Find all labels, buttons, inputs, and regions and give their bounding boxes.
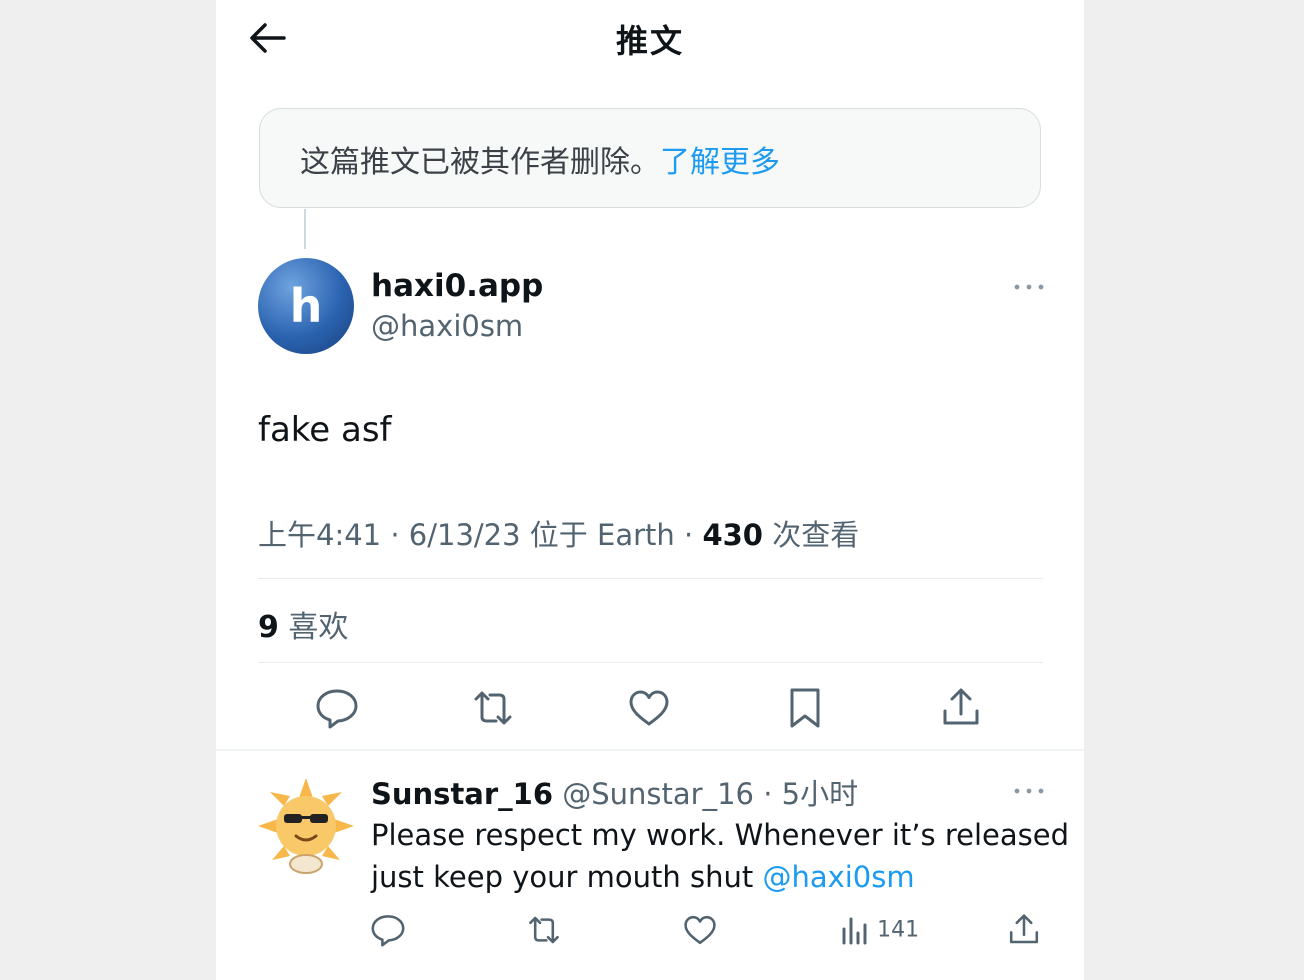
avatar[interactable]: h bbox=[258, 258, 354, 354]
reply-share-button[interactable] bbox=[1004, 910, 1044, 950]
like-icon bbox=[629, 690, 669, 726]
tweet-meta: 上午4:41 · 6/13/23 位于 Earth · 430 次查看 bbox=[258, 512, 859, 554]
reply-button[interactable] bbox=[312, 683, 362, 733]
reply-display-name[interactable]: Sunstar_16 bbox=[371, 777, 553, 811]
reply-views-button[interactable]: 141 bbox=[838, 913, 919, 949]
tweet-timestamp[interactable]: 上午4:41 · 6/13/23 位于 Earth · bbox=[258, 518, 702, 552]
share-icon bbox=[1009, 914, 1039, 944]
like-button[interactable] bbox=[624, 683, 674, 733]
share-button[interactable] bbox=[936, 683, 986, 733]
reply-reply-button[interactable] bbox=[368, 910, 408, 950]
retweet-icon bbox=[474, 691, 512, 725]
mention-link[interactable]: @haxi0sm bbox=[762, 860, 914, 894]
bookmark-button[interactable] bbox=[780, 683, 830, 733]
page-title: 推文 bbox=[615, 22, 684, 60]
reply-handle-time[interactable]: @Sunstar_16 · 5小时 bbox=[553, 777, 858, 811]
reply-more-options-button[interactable] bbox=[1011, 781, 1047, 801]
likes-label: 喜欢 bbox=[278, 610, 349, 645]
retweet-button[interactable] bbox=[468, 683, 518, 733]
deleted-tweet-notice: 这篇推文已被其作者删除。了解更多 bbox=[259, 108, 1041, 208]
reply-avatar[interactable] bbox=[256, 776, 356, 876]
reply-body: Please respect my work. Whenever it’s re… bbox=[371, 818, 1069, 894]
thread-connector-line bbox=[304, 209, 306, 249]
divider bbox=[258, 578, 1043, 579]
likes-count: 9 bbox=[258, 610, 279, 645]
learn-more-link[interactable]: 了解更多 bbox=[660, 145, 780, 180]
bookmark-icon bbox=[790, 688, 820, 728]
divider bbox=[258, 662, 1043, 663]
likes-summary[interactable]: 9 喜欢 bbox=[258, 602, 348, 646]
like-icon bbox=[684, 915, 716, 945]
share-icon bbox=[943, 688, 979, 725]
more-icon bbox=[1014, 788, 1044, 794]
sun-avatar-icon bbox=[258, 778, 354, 874]
tweet-text: fake asf bbox=[258, 410, 392, 450]
retweet-icon bbox=[529, 916, 559, 944]
more-options-button[interactable] bbox=[1011, 277, 1047, 297]
reply-like-button[interactable] bbox=[680, 910, 720, 950]
reply-header: Sunstar_16 @Sunstar_16 · 5小时 bbox=[371, 771, 858, 813]
reply-views-count: 141 bbox=[877, 917, 920, 943]
views-icon bbox=[842, 917, 867, 945]
deleted-notice-text: 这篇推文已被其作者删除。了解更多 bbox=[300, 137, 780, 181]
reply-text: Please respect my work. Whenever it’s re… bbox=[371, 814, 1071, 898]
tweet-detail-screen: 推文 这篇推文已被其作者删除。了解更多 h haxi0.app @haxi0sm… bbox=[216, 0, 1084, 980]
reply-icon bbox=[316, 689, 358, 729]
view-count: 430 bbox=[702, 518, 763, 552]
author-handle[interactable]: @haxi0sm bbox=[371, 309, 523, 343]
reply-retweet-button[interactable] bbox=[524, 910, 564, 950]
section-divider bbox=[216, 749, 1084, 751]
deleted-notice-message: 这篇推文已被其作者删除。 bbox=[300, 145, 660, 180]
view-count-label: 次查看 bbox=[762, 518, 860, 552]
more-icon bbox=[1014, 284, 1044, 290]
reply-icon bbox=[371, 915, 405, 947]
author-display-name[interactable]: haxi0.app bbox=[371, 268, 543, 304]
